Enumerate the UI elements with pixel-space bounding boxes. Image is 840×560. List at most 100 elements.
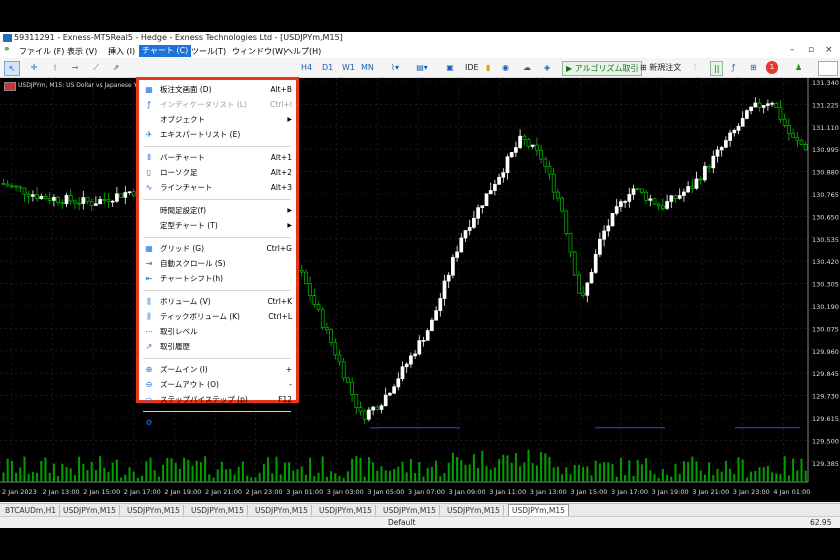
- menu-help[interactable]: ヘルプ(H): [282, 46, 324, 57]
- account-icon[interactable]: ♟: [795, 61, 802, 74]
- price-label: 130.995: [812, 146, 839, 154]
- timeframe-h4[interactable]: H4: [301, 61, 312, 74]
- volume-bar: [65, 467, 68, 482]
- depth-of-market-icon[interactable]: ⫶: [694, 61, 696, 74]
- menu-item-label: 取引履歴: [160, 342, 190, 351]
- menu-item[interactable]: ∿ ラインチャート Alt+3: [139, 181, 296, 195]
- time-label: 3 Jan 11:00: [489, 488, 526, 496]
- menu-item[interactable]: ⫼ ティックボリューム (K) Ctrl+L: [139, 310, 296, 324]
- candle: [421, 340, 426, 342]
- menu-item[interactable]: ƒ インディケータリスト (L) Ctrl+I: [139, 98, 296, 112]
- candle: [707, 165, 711, 169]
- menu-view[interactable]: 表示 (V): [64, 46, 100, 57]
- candle: [614, 206, 619, 214]
- price-label: 130.880: [812, 169, 839, 177]
- price-chart[interactable]: 131.340 131.225 131.110 130.995 130.880 130.7…: [0, 78, 840, 502]
- volume-bar: [199, 462, 202, 482]
- chart-tab[interactable]: USDJPYm,M15: [444, 505, 504, 516]
- candle: [610, 213, 615, 227]
- vertical-line-icon[interactable]: ⁞: [50, 61, 60, 74]
- menu-tools[interactable]: ツール(T): [188, 46, 229, 57]
- menu-item[interactable]: ✈ エキスパートリスト (E): [139, 128, 296, 142]
- menu-item-shortcut: Alt+1: [270, 153, 292, 162]
- menu-item[interactable]: 定型チャート (T) ▶: [139, 219, 296, 233]
- menu-item[interactable]: ⇤ チャートシフト(h): [139, 272, 296, 286]
- menu-item[interactable]: ⫴ バーチャート Alt+1: [139, 151, 296, 165]
- chart-tab[interactable]: USDJPYm,M15: [380, 505, 440, 516]
- timeframe-w1[interactable]: W1: [342, 61, 355, 74]
- menu-item[interactable]: オブジェクト ▶: [139, 113, 296, 127]
- volume-bar: [48, 472, 51, 482]
- ide-button[interactable]: IDE: [465, 61, 479, 74]
- time-label: 3 Jan 13:00: [530, 488, 567, 496]
- menu-item[interactable]: ▦ グリッド (G) Ctrl+G: [139, 242, 296, 256]
- menu-item[interactable]: ↗ 取引履歴: [139, 340, 296, 354]
- cloud-icon[interactable]: ☁: [523, 61, 531, 74]
- menu-item[interactable]: ▯ ローソク足 Alt+2: [139, 166, 296, 180]
- menu-separator: [143, 411, 291, 412]
- lock-icon[interactable]: ▮: [486, 61, 490, 74]
- menu-item-label: 取引レベル: [160, 327, 198, 336]
- candle: [619, 201, 623, 207]
- candle: [593, 253, 598, 273]
- candle: [656, 203, 661, 207]
- objects-icon[interactable]: ⊞: [750, 61, 757, 74]
- minimize-icon[interactable]: –: [790, 45, 795, 55]
- timeframe-d1[interactable]: D1: [322, 61, 333, 74]
- menu-item[interactable]: ⊕ ズームイン (I) +: [139, 363, 296, 377]
- volume-bar: [628, 460, 631, 482]
- volume-bar: [787, 475, 790, 482]
- candle: [690, 186, 695, 189]
- timeframe-mn[interactable]: MN: [361, 61, 374, 74]
- chart-tab[interactable]: USDJPYm,M15: [316, 505, 376, 516]
- volume-bar: [561, 474, 564, 482]
- menu-item[interactable]: ⇨ ステップバイステップ (p) F12: [139, 393, 296, 407]
- chart-tab[interactable]: USDJPYm,M15: [60, 505, 120, 516]
- chart-tab[interactable]: USDJPYm,M15: [252, 505, 312, 516]
- menu-item[interactable]: ▦ 板注文画面 (D) Alt+B: [139, 83, 296, 97]
- volume-bar: [661, 469, 664, 482]
- restore-icon[interactable]: ▫: [808, 45, 814, 55]
- chart-tab[interactable]: USDJPYm,M15: [188, 505, 248, 516]
- algo-trading-button[interactable]: ▶ アルゴリズム取引: [562, 61, 643, 76]
- templates-icon[interactable]: ▤▾: [414, 61, 430, 74]
- menu-chart[interactable]: チャート (C): [139, 45, 192, 57]
- chart-type-icon[interactable]: ⌇▾: [387, 61, 403, 74]
- channel-icon[interactable]: ⇗: [110, 61, 122, 74]
- menu-insert[interactable]: 挿入 (I): [105, 46, 138, 57]
- volume-bar: [275, 456, 278, 482]
- menu-window[interactable]: ウィンドウ(W): [229, 46, 289, 57]
- menu-item[interactable]: ⫼ ボリューム (V) Ctrl+K: [139, 295, 296, 309]
- menu-item[interactable]: 時間足設定(f) ▶: [139, 204, 296, 218]
- menu-file[interactable]: ファイル (F): [16, 46, 67, 57]
- one-click-icon[interactable]: ||: [710, 61, 724, 76]
- menu-item[interactable]: ⋯ 取引レベル: [139, 325, 296, 339]
- menu-separator: [143, 146, 291, 147]
- menu-item[interactable]: ⇥ 自動スクロール (S): [139, 257, 296, 271]
- horizontal-line-icon[interactable]: ⊸: [68, 61, 82, 74]
- grid-icon: ▦: [145, 244, 153, 253]
- candlestick-chart[interactable]: 131.340 131.225 131.110 130.995 130.880 130.7…: [0, 78, 840, 502]
- candle: [329, 329, 333, 343]
- chart-window-icon[interactable]: ▣: [445, 61, 455, 74]
- volume-bar: [359, 457, 362, 482]
- cursor-tool-icon[interactable]: ↖: [4, 61, 20, 76]
- volume-bar: [624, 475, 627, 482]
- market-icon[interactable]: ◈: [544, 61, 550, 74]
- crosshair-icon[interactable]: ✛: [28, 61, 40, 74]
- new-order-button[interactable]: ⊞ 新規注文: [640, 61, 681, 74]
- close-icon[interactable]: ×: [825, 45, 833, 55]
- candle: [488, 190, 493, 195]
- chart-tab[interactable]: USDJPYm,M15: [124, 505, 184, 516]
- menu-app-icon[interactable]: ⚭: [3, 45, 11, 55]
- candle: [568, 233, 573, 253]
- indicator-icon[interactable]: ƒ: [732, 61, 735, 74]
- candle: [669, 195, 674, 202]
- notification-badge[interactable]: 1: [766, 61, 778, 74]
- menu-item[interactable]: ⊖ ズームアウト (O) -: [139, 378, 296, 392]
- signal-icon[interactable]: ◉: [502, 61, 509, 74]
- trendline-icon[interactable]: ⟋: [90, 61, 102, 74]
- chart-tab[interactable]: BTCAUDm,H1: [2, 505, 61, 516]
- menu-item[interactable]: ⚙ プロパティ (r) F8: [139, 416, 296, 430]
- search-input[interactable]: [818, 61, 838, 76]
